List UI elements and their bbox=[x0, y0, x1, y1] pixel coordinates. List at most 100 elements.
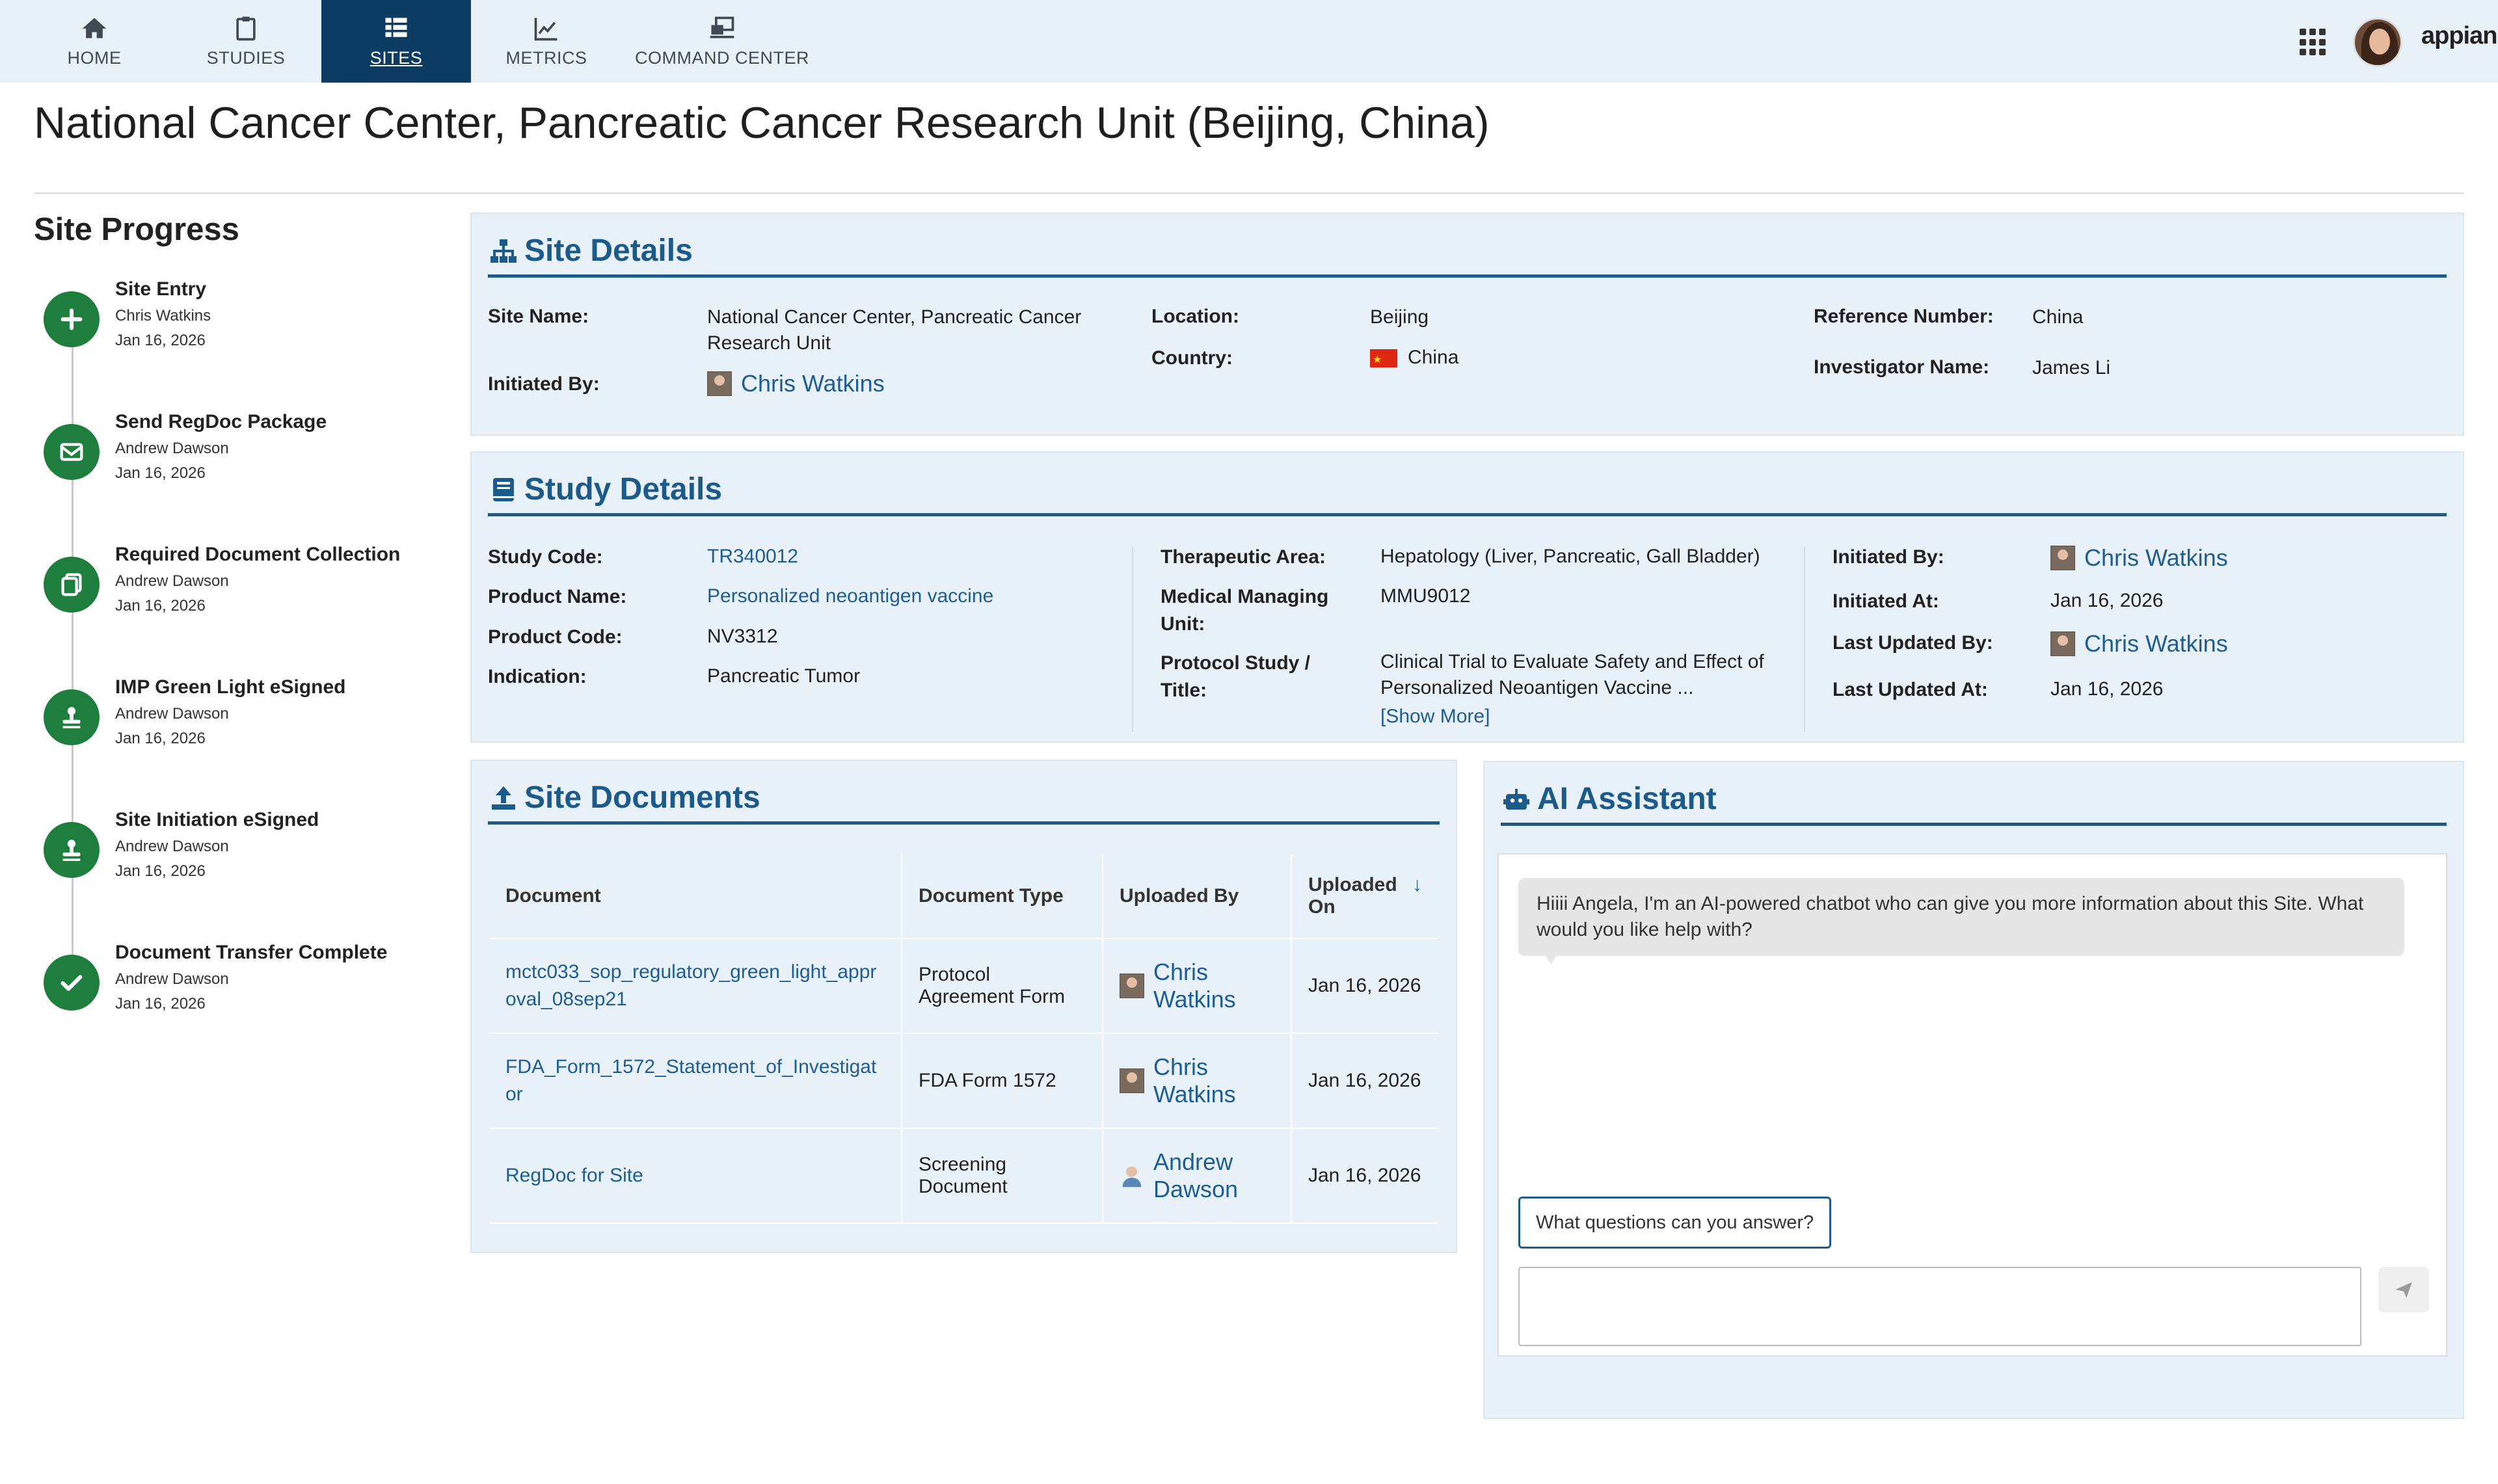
study-code-link[interactable]: TR340012 bbox=[707, 544, 798, 570]
reference-number-value: China bbox=[2032, 306, 2084, 328]
card-header: Study Details bbox=[488, 466, 2447, 516]
suggested-question-button[interactable]: What questions can you answer? bbox=[1518, 1197, 1832, 1249]
command-center-icon bbox=[710, 16, 734, 38]
nav-tab-label: HOME bbox=[67, 48, 122, 68]
product-code-label: Product Code: bbox=[488, 626, 623, 648]
card-header: AI Assistant bbox=[1501, 775, 2447, 826]
document-type-cell: FDA Form 1572 bbox=[902, 1033, 1103, 1129]
table-row: RegDoc for Site Screening Document Andre… bbox=[489, 1128, 1438, 1224]
sitemap-icon bbox=[490, 239, 517, 263]
column-header-uploaded-by[interactable]: Uploaded By bbox=[1103, 854, 1292, 939]
study-initiated-by-user-link[interactable]: Chris Watkins bbox=[2050, 545, 2228, 571]
send-button[interactable] bbox=[2378, 1267, 2429, 1312]
nav-tab-label: SITES bbox=[369, 48, 423, 68]
country-name: China bbox=[1408, 347, 1459, 368]
user-photo bbox=[1120, 974, 1144, 998]
user-name: Chris Watkins bbox=[1153, 1053, 1236, 1107]
step-date: Jan 16, 2026 bbox=[115, 332, 206, 349]
column-header-uploaded-on[interactable]: ↓ Uploaded On bbox=[1291, 854, 1438, 939]
user-photo bbox=[707, 371, 732, 396]
site-progress-title: Site Progress bbox=[34, 212, 239, 247]
country-label: Country: bbox=[1151, 347, 1233, 369]
step-user: Andrew Dawson bbox=[115, 440, 229, 457]
user-name: Chris Watkins bbox=[2084, 544, 2228, 571]
app-grid-icon[interactable] bbox=[2300, 29, 2327, 56]
country-value: China bbox=[1370, 345, 1459, 373]
uploaded-on-cell: Jan 16, 2026 bbox=[1291, 1128, 1438, 1224]
site-name-label: Site Name: bbox=[488, 306, 589, 327]
title-divider bbox=[34, 192, 2464, 194]
step-date: Jan 16, 2026 bbox=[115, 464, 206, 482]
user-name: Chris Watkins bbox=[2084, 630, 2228, 657]
user-avatar[interactable] bbox=[2353, 18, 2402, 67]
investigator-name-value: James Li bbox=[2032, 357, 2111, 378]
nav-tab-metrics[interactable]: METRICS bbox=[481, 0, 611, 83]
progress-timeline-line bbox=[72, 319, 74, 982]
initiated-at-label: Initiated At: bbox=[1833, 590, 1939, 612]
last-updated-at-value: Jan 16, 2026 bbox=[2050, 678, 2164, 700]
therapeutic-area-label: Therapeutic Area: bbox=[1161, 546, 1326, 568]
document-link[interactable]: RegDoc for Site bbox=[505, 1165, 643, 1186]
product-name-label: Product Name: bbox=[488, 586, 627, 607]
sort-arrow-icon: ↓ bbox=[1412, 873, 1422, 895]
uploader-user-link[interactable]: Andrew Dawson bbox=[1120, 1148, 1274, 1203]
document-type-cell: Protocol Agreement Form bbox=[902, 938, 1103, 1034]
user-name: Chris Watkins bbox=[741, 370, 885, 397]
document-link[interactable]: FDA_Form_1572_Statement_of_Investigator bbox=[505, 1056, 876, 1105]
step-title: IMP Green Light eSigned bbox=[115, 676, 346, 698]
appian-logo: appian bbox=[2421, 22, 2497, 49]
document-link[interactable]: mctc033_sop_regulatory_green_light_appro… bbox=[505, 961, 876, 1010]
user-silhouette-icon bbox=[1120, 1163, 1144, 1188]
card-title: Site Details bbox=[524, 233, 693, 268]
column-header-document[interactable]: Document bbox=[489, 854, 902, 939]
indication-value: Pancreatic Tumor bbox=[707, 665, 861, 687]
card-title: Study Details bbox=[524, 472, 723, 507]
user-name: Andrew Dawson bbox=[1153, 1148, 1239, 1202]
reference-number-label: Reference Number: bbox=[1814, 306, 1994, 327]
location-label: Location: bbox=[1151, 306, 1239, 327]
chat-message-input[interactable] bbox=[1518, 1267, 2361, 1346]
step-title: Send RegDoc Package bbox=[115, 411, 327, 432]
medical-managing-unit-value: MMU9012 bbox=[1380, 585, 1471, 607]
uploader-user-link[interactable]: Chris Watkins bbox=[1120, 1053, 1274, 1108]
send-icon bbox=[2395, 1282, 2412, 1298]
uploader-user-link[interactable]: Chris Watkins bbox=[1120, 959, 1274, 1013]
location-value: Beijing bbox=[1370, 306, 1429, 328]
investigator-name-label: Investigator Name: bbox=[1814, 356, 1990, 378]
study-initiated-by-label: Initiated By: bbox=[1833, 546, 1944, 568]
chatbot-greeting-message: Hiiii Angela, I'm an AI-powered chatbot … bbox=[1518, 878, 2404, 956]
clipboard-icon bbox=[236, 16, 256, 41]
last-updated-by-user-link[interactable]: Chris Watkins bbox=[2050, 631, 2228, 657]
step-title: Document Transfer Complete bbox=[115, 942, 388, 963]
initiated-by-user-link[interactable]: Chris Watkins bbox=[707, 371, 885, 397]
indication-label: Indication: bbox=[488, 666, 587, 687]
stamp-icon bbox=[44, 822, 100, 878]
chart-icon bbox=[534, 18, 557, 41]
card-header: Site Documents bbox=[488, 774, 1440, 825]
therapeutic-area-value: Hepatology (Liver, Pancreatic, Gall Blad… bbox=[1380, 546, 1760, 567]
step-title: Required Document Collection bbox=[115, 544, 401, 565]
product-code-value: NV3312 bbox=[707, 626, 778, 647]
user-photo bbox=[2050, 631, 2075, 656]
show-more-link[interactable]: [Show More] bbox=[1380, 704, 1490, 730]
page-title: National Cancer Center, Pancreatic Cance… bbox=[34, 98, 1490, 148]
protocol-title-label: Protocol Study / Title: bbox=[1161, 652, 1311, 701]
column-divider bbox=[1132, 546, 1133, 732]
column-header-document-type[interactable]: Document Type bbox=[902, 854, 1103, 939]
column-header-label: Uploaded On bbox=[1308, 873, 1397, 918]
nav-tab-label: STUDIES bbox=[206, 48, 286, 68]
initiated-by-label: Initiated By: bbox=[488, 373, 600, 395]
envelope-icon bbox=[44, 424, 100, 480]
nav-tab-home[interactable]: HOME bbox=[29, 0, 159, 83]
step-user: Andrew Dawson bbox=[115, 705, 229, 722]
stamp-icon bbox=[44, 689, 100, 745]
step-date: Jan 16, 2026 bbox=[115, 995, 206, 1013]
initiated-at-value: Jan 16, 2026 bbox=[2050, 590, 2164, 611]
top-nav: HOME STUDIES SITES METRICS COMMAND CENTE… bbox=[0, 0, 2498, 83]
nav-tab-studies[interactable]: STUDIES bbox=[181, 0, 311, 83]
nav-tab-command-center[interactable]: COMMAND CENTER bbox=[624, 0, 820, 83]
step-date: Jan 16, 2026 bbox=[115, 862, 206, 880]
product-name-link[interactable]: Personalized neoantigen vaccine bbox=[707, 583, 993, 609]
column-divider bbox=[1804, 546, 1805, 732]
nav-tab-sites[interactable]: SITES bbox=[321, 0, 471, 83]
